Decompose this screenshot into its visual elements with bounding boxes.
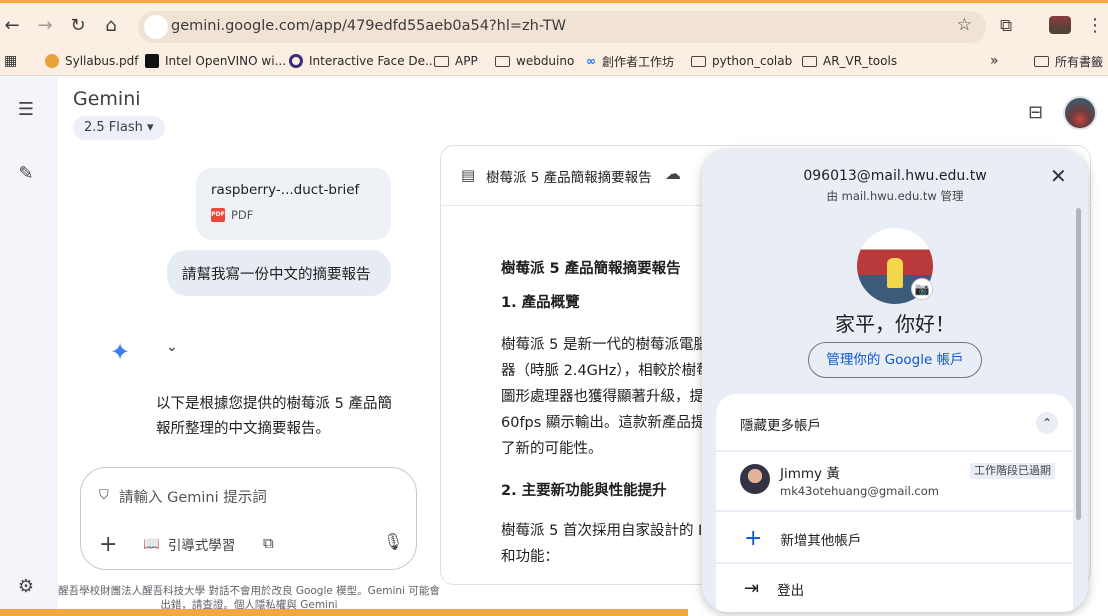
other-account-name[interactable]: Jimmy 黃 bbox=[780, 462, 840, 482]
bookmark-folder-webduino[interactable]: webduino bbox=[495, 52, 574, 70]
model-reply: 以下是根據您提供的樹莓派 5 產品簡報所整理的中文摘要報告。 bbox=[156, 396, 392, 437]
bookmark-folder-arvr[interactable]: AR_VR_tools bbox=[802, 52, 897, 70]
bookmark-folder-python[interactable]: python_colab bbox=[691, 52, 792, 70]
meta-icon: ∞ bbox=[586, 54, 596, 68]
extensions-icon[interactable]: ⧉ bbox=[1000, 16, 1012, 36]
scrollbar[interactable] bbox=[1076, 208, 1081, 520]
browser-profile-icon[interactable] bbox=[1049, 16, 1071, 34]
new-chat-icon[interactable]: ✎ bbox=[16, 163, 36, 184]
tools-icon[interactable]: ⧉ bbox=[263, 534, 274, 552]
accounts-card: 隱藏更多帳戶 ⌃ Jimmy 黃 mk43otehuang@gmail.com … bbox=[716, 394, 1073, 612]
url-text[interactable]: gemini.google.com/app/479edfd55aeb0a54?h… bbox=[171, 18, 566, 34]
forward-icon[interactable]: → bbox=[33, 14, 57, 38]
favicon-icon bbox=[45, 54, 59, 68]
bookmark-openvino[interactable]: Intel OpenVINO wi... bbox=[145, 52, 286, 70]
shield-icon: ⛉ bbox=[99, 488, 109, 503]
cloud-icon[interactable]: ☁ bbox=[665, 164, 681, 183]
add-account-button[interactable]: + 新增其他帳戶 bbox=[744, 526, 861, 551]
all-bookmarks[interactable]: 所有書籤 bbox=[1034, 52, 1103, 70]
bookmarks-bar: ▦ Syllabus.pdf Intel OpenVINO wi... Inte… bbox=[0, 46, 1108, 76]
document-header-title: 樹莓派 5 產品簡報摘要報告 bbox=[486, 170, 652, 186]
menu-icon[interactable]: ☰ bbox=[16, 99, 36, 120]
pdf-icon: PDF bbox=[211, 208, 225, 222]
caret-down-icon: ▾ bbox=[147, 120, 154, 135]
side-rail: ☰ ✎ ⚙ bbox=[0, 77, 58, 616]
microphone-icon[interactable]: 🎙 bbox=[383, 532, 403, 551]
address-bar[interactable]: gemini.google.com/app/479edfd55aeb0a54?h… bbox=[138, 11, 986, 43]
folder-icon bbox=[434, 55, 449, 67]
managed-by: 由 mail.hwu.edu.tw 管理 bbox=[826, 189, 964, 203]
camera-icon[interactable]: 📷 bbox=[911, 278, 933, 300]
file-type: PDF bbox=[231, 208, 254, 222]
account-email: 096013@mail.hwu.edu.tw bbox=[803, 168, 987, 184]
history-icon[interactable]: ⊟ bbox=[1028, 102, 1043, 123]
more-bookmarks[interactable]: » bbox=[990, 52, 999, 70]
settings-gear-icon[interactable]: ⚙ bbox=[16, 576, 36, 597]
site-settings-icon[interactable] bbox=[144, 15, 168, 39]
back-icon[interactable]: ← bbox=[0, 14, 24, 38]
chevron-down-icon[interactable]: ⌄ bbox=[166, 339, 178, 355]
user-message: 請幫我寫一份中文的摘要報告 bbox=[167, 250, 391, 296]
apps-grid-icon[interactable]: ▦ bbox=[4, 52, 17, 70]
home-icon[interactable]: ⌂ bbox=[99, 14, 123, 38]
browser-menu-icon[interactable]: ⋮ bbox=[1086, 15, 1104, 36]
logout-button[interactable]: ⇥ 登出 bbox=[744, 578, 804, 599]
bookmark-creator[interactable]: ∞ 創作者工作坊 bbox=[586, 52, 674, 70]
browser-toolbar: ← → ↻ ⌂ gemini.google.com/app/479edfd55a… bbox=[0, 0, 1108, 46]
logout-icon: ⇥ bbox=[744, 578, 760, 599]
session-expired-badge: 工作階段已過期 bbox=[970, 463, 1055, 479]
reload-icon[interactable]: ↻ bbox=[66, 14, 90, 38]
disclaimer: 醒吾學校財團法人醒吾科技大學 對話不會用於改良 Google 模型。Gemini… bbox=[58, 585, 440, 611]
bottom-accent-bar bbox=[0, 609, 688, 616]
folder-icon bbox=[495, 55, 510, 67]
file-name: raspberry-...duct-brief bbox=[211, 182, 360, 198]
favicon-icon bbox=[289, 54, 303, 68]
divider bbox=[716, 450, 1073, 452]
bookmark-star-icon[interactable]: ☆ bbox=[957, 15, 972, 35]
greeting: 家平，你好！ bbox=[835, 312, 955, 336]
app-title: Gemini bbox=[73, 88, 141, 110]
divider bbox=[716, 562, 1073, 564]
add-icon[interactable]: + bbox=[99, 532, 117, 557]
favicon-icon bbox=[145, 54, 159, 68]
prompt-box[interactable]: ⛉ 請輸入 Gemini 提示詞 + 📖 引導式學習 ⧉ 🎙 bbox=[80, 467, 417, 570]
other-account-avatar bbox=[740, 464, 770, 494]
bookmark-syllabus[interactable]: Syllabus.pdf bbox=[45, 52, 139, 70]
photo-figure bbox=[887, 258, 903, 288]
bookmark-face[interactable]: Interactive Face De... bbox=[289, 52, 436, 70]
document-icon: ▤ bbox=[461, 166, 476, 184]
prompt-input[interactable]: 請輸入 Gemini 提示詞 bbox=[119, 486, 267, 507]
model-selector[interactable]: 2.5 Flash ▾ bbox=[73, 116, 165, 140]
gemini-sparkle-icon: ✦ bbox=[110, 338, 131, 366]
attached-file[interactable]: raspberry-...duct-brief PDF PDF bbox=[196, 168, 391, 240]
folder-icon bbox=[802, 55, 817, 67]
plus-icon: + bbox=[744, 526, 763, 551]
folder-icon bbox=[691, 55, 706, 67]
guided-learning-button[interactable]: 📖 引導式學習 bbox=[143, 534, 235, 554]
book-icon: 📖 bbox=[143, 536, 160, 552]
bookmark-folder-app[interactable]: APP bbox=[434, 52, 478, 70]
hide-accounts-toggle[interactable]: 隱藏更多帳戶 bbox=[740, 414, 821, 434]
chevron-up-icon[interactable]: ⌃ bbox=[1036, 412, 1058, 434]
account-popup: 096013@mail.hwu.edu.tw 由 mail.hwu.edu.tw… bbox=[702, 150, 1088, 612]
other-account-email: mk43otehuang@gmail.com bbox=[780, 484, 939, 498]
close-icon[interactable]: ✕ bbox=[1050, 164, 1067, 188]
account-avatar[interactable] bbox=[1063, 96, 1097, 130]
manage-account-button[interactable]: 管理你的 Google 帳戶 bbox=[808, 342, 982, 378]
divider bbox=[716, 510, 1073, 512]
folder-icon bbox=[1034, 55, 1049, 67]
